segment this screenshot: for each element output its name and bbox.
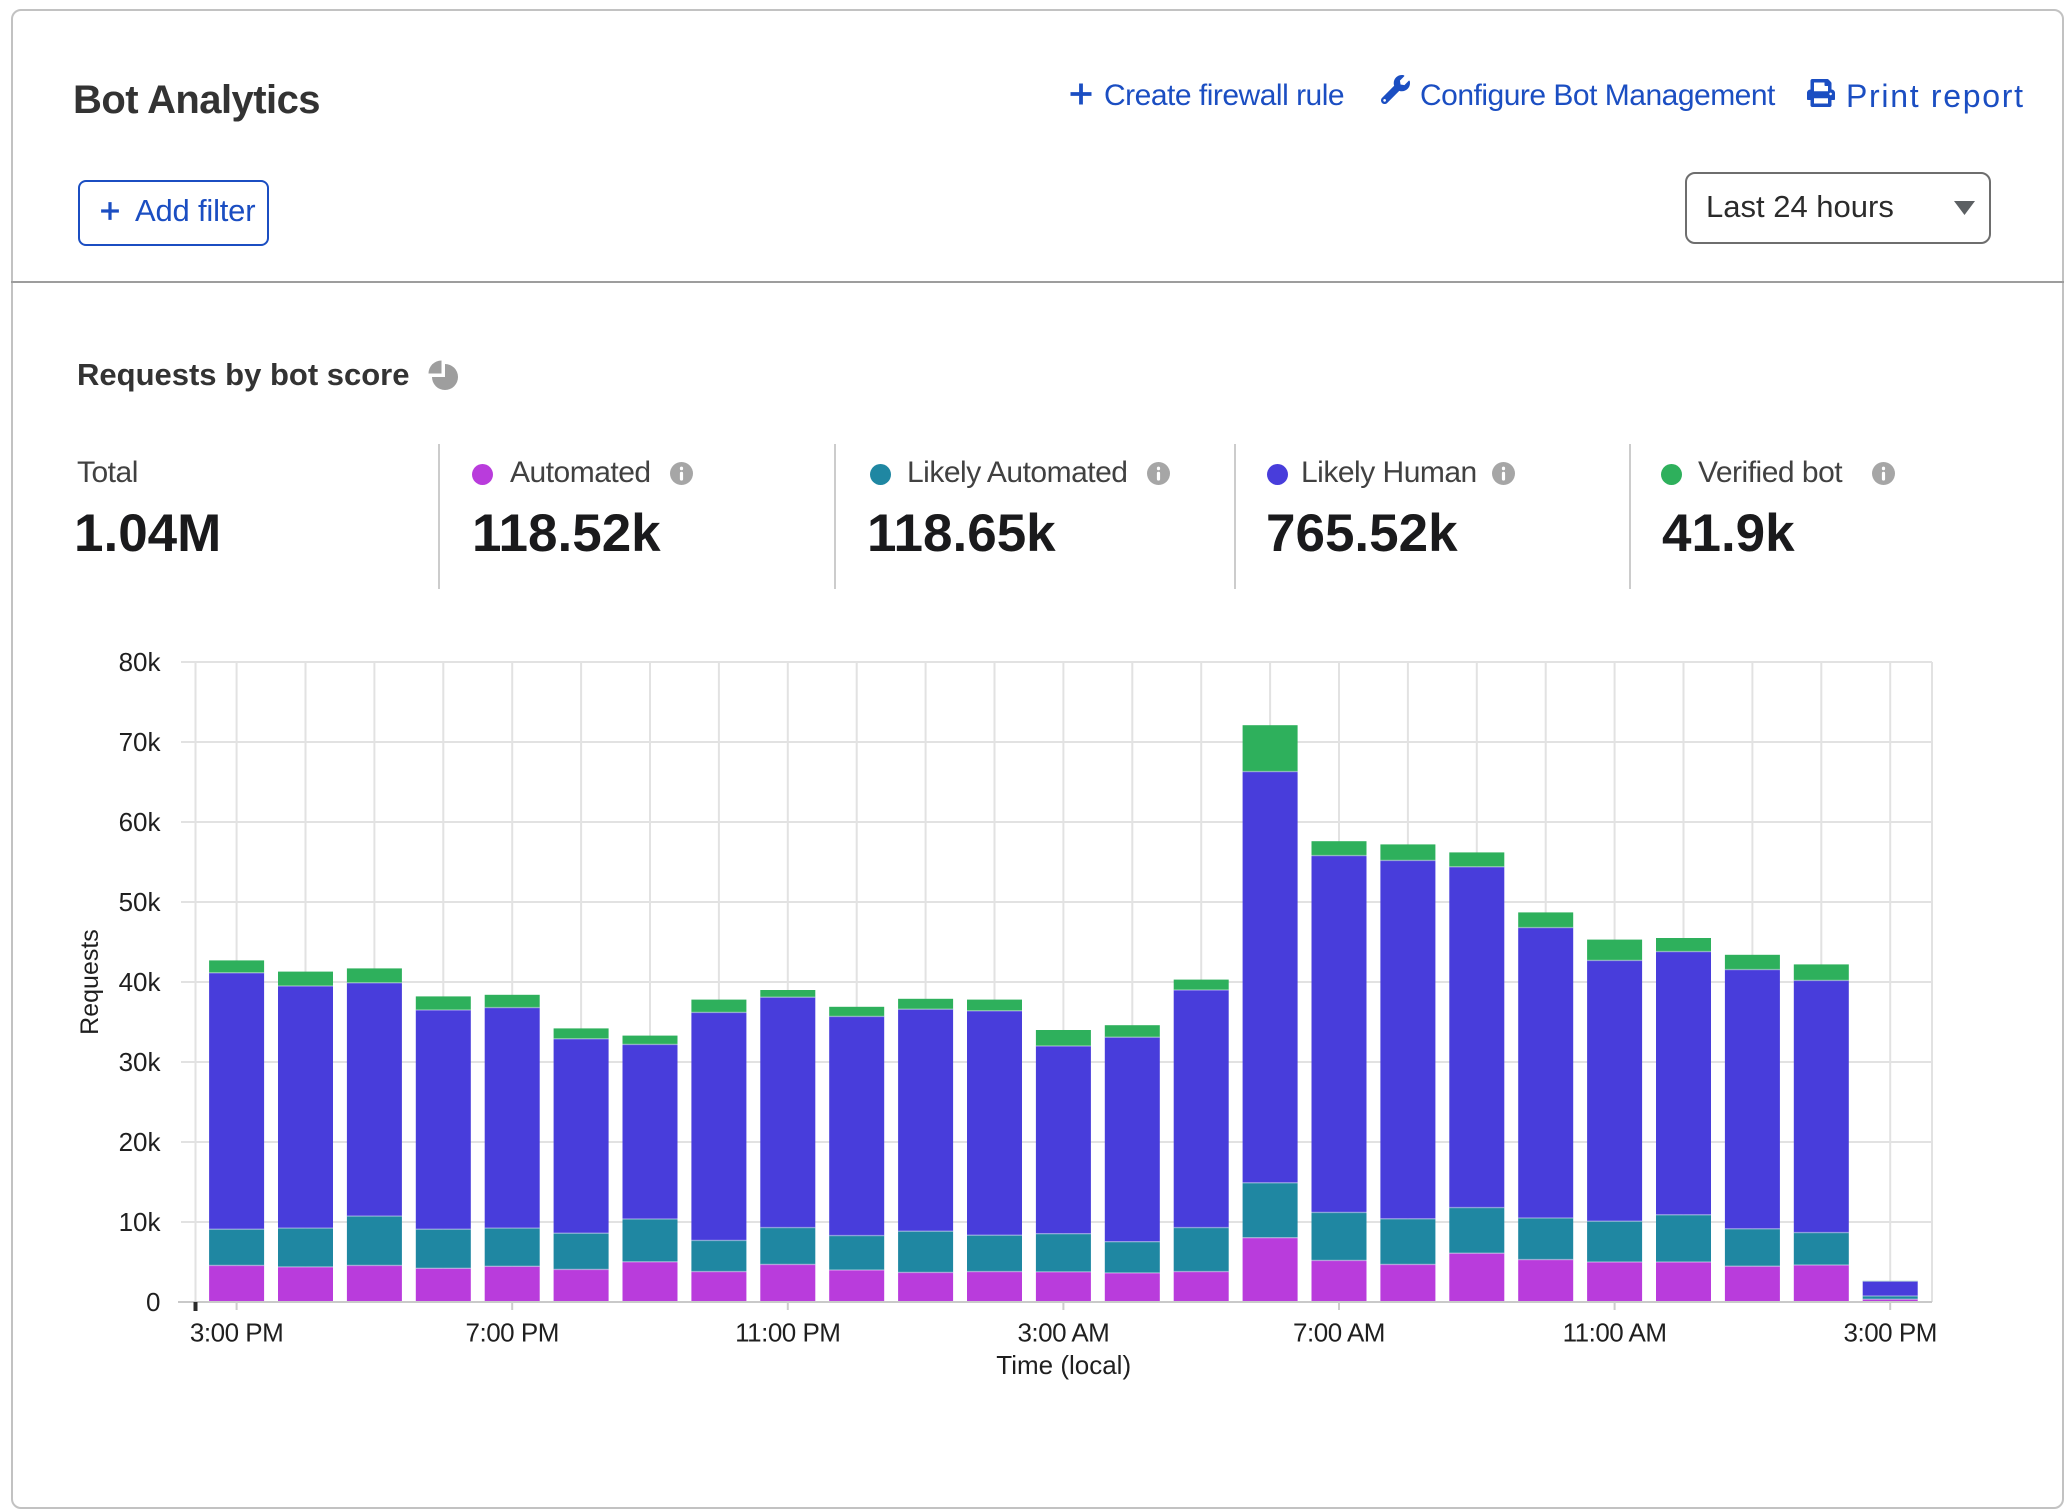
- svg-text:30k: 30k: [119, 1047, 162, 1077]
- svg-text:11:00 PM: 11:00 PM: [735, 1318, 840, 1348]
- svg-text:3:00 AM: 3:00 AM: [1017, 1318, 1109, 1348]
- svg-text:50k: 50k: [119, 887, 162, 917]
- svg-text:3:00 PM: 3:00 PM: [190, 1318, 283, 1348]
- svg-text:10k: 10k: [119, 1207, 162, 1237]
- svg-text:80k: 80k: [119, 647, 162, 677]
- svg-text:7:00 PM: 7:00 PM: [466, 1318, 559, 1348]
- svg-text:11:00 AM: 11:00 AM: [1563, 1318, 1667, 1348]
- svg-text:7:00 AM: 7:00 AM: [1293, 1318, 1385, 1348]
- svg-text:60k: 60k: [119, 807, 162, 837]
- svg-text:20k: 20k: [119, 1127, 162, 1157]
- svg-text:3:00 PM: 3:00 PM: [1844, 1318, 1937, 1348]
- svg-text:0: 0: [146, 1287, 160, 1317]
- svg-text:40k: 40k: [119, 967, 162, 997]
- svg-text:70k: 70k: [119, 727, 162, 757]
- svg-text:Requests: Requests: [76, 929, 104, 1035]
- svg-text:Time (local): Time (local): [996, 1350, 1131, 1380]
